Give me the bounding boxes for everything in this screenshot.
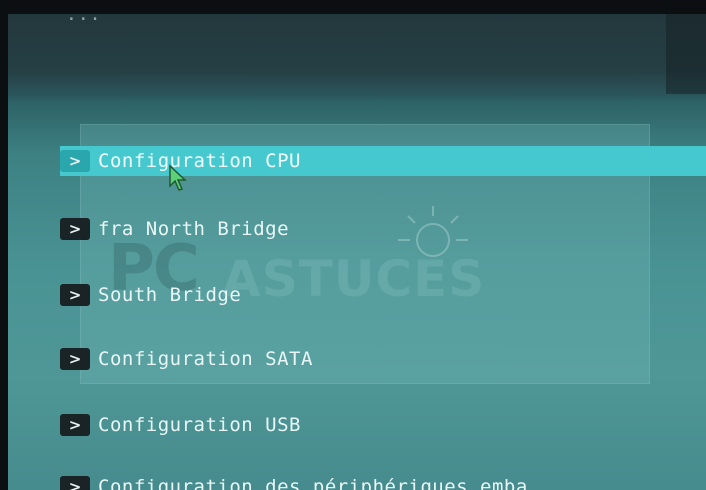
menu-item-label: South Bridge (98, 284, 242, 306)
menu-item-label: Configuration des périphériques emba (98, 476, 528, 490)
menu-item-label: Configuration USB (98, 414, 301, 436)
chevron-right-icon: > (60, 348, 90, 370)
menu-item-label: fra North Bridge (98, 218, 290, 240)
menu-item-south-bridge[interactable]: > South Bridge (60, 280, 241, 310)
chevron-right-icon: > (60, 150, 90, 172)
mouse-pointer-icon (169, 164, 187, 191)
bios-screen: ... PC ASTUCES > Configuration CPU > fra… (8, 14, 706, 490)
menu-item-configuration-peripheriques[interactable]: > Configuration des périphériques emba (60, 472, 706, 490)
menu-item-configuration-usb[interactable]: > Configuration USB (60, 410, 301, 440)
menu-item-configuration-sata[interactable]: > Configuration SATA (60, 344, 313, 374)
chevron-right-icon: > (60, 414, 90, 436)
menu-item-north-bridge[interactable]: > fra North Bridge (60, 214, 289, 244)
chevron-right-icon: > (60, 476, 90, 490)
bios-menu: > Configuration CPU > fra North Bridge >… (8, 14, 706, 490)
menu-item-label: Configuration CPU (98, 150, 301, 172)
chevron-right-icon: > (60, 284, 90, 306)
chevron-right-icon: > (60, 218, 90, 240)
menu-item-label: Configuration SATA (98, 348, 313, 370)
menu-item-configuration-cpu[interactable]: > Configuration CPU (60, 146, 706, 176)
